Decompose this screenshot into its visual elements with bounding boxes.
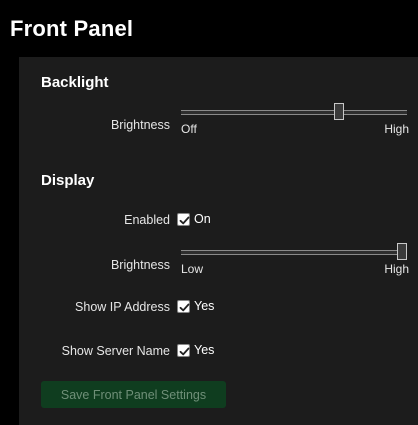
front-panel-page: Front Panel Backlight Brightness Off Hig… <box>0 0 418 425</box>
checkmark-icon <box>179 216 190 224</box>
display-enabled-checkbox-row[interactable]: On <box>177 212 211 226</box>
show-ip-checkbox[interactable] <box>177 299 190 313</box>
slider-track <box>181 110 407 115</box>
display-brightness-label: Brightness <box>110 258 170 272</box>
backlight-brightness-label: Brightness <box>110 118 170 132</box>
backlight-section-title: Backlight <box>41 74 109 91</box>
show-ip-label: Show IP Address <box>75 300 170 314</box>
slider-max-label: High <box>384 122 409 136</box>
display-brightness-slider[interactable]: Low High <box>181 243 409 276</box>
slider-min-label: Low <box>181 262 204 276</box>
show-ip-value: Yes <box>194 299 215 313</box>
display-enabled-label: Enabled <box>124 213 170 227</box>
show-server-name-checkbox[interactable] <box>177 343 190 357</box>
show-server-name-label: Show Server Name <box>61 344 170 358</box>
save-front-panel-settings-button[interactable]: Save Front Panel Settings <box>41 381 226 408</box>
display-enabled-checkbox[interactable] <box>177 212 190 226</box>
display-enabled-value: On <box>194 212 211 226</box>
checkmark-icon <box>179 347 190 355</box>
page-title: Front Panel <box>10 16 134 41</box>
show-ip-checkbox-row[interactable]: Yes <box>177 299 214 313</box>
checkmark-icon <box>179 303 190 311</box>
slider-thumb[interactable] <box>334 103 345 120</box>
slider-max-label: High <box>384 262 409 276</box>
display-section-title: Display <box>41 172 95 189</box>
show-server-name-value: Yes <box>194 343 215 357</box>
slider-min-label: Off <box>181 122 197 136</box>
settings-panel: Backlight Brightness Off High Display En… <box>19 57 418 425</box>
show-server-name-checkbox-row[interactable]: Yes <box>177 343 214 357</box>
slider-track <box>181 250 407 255</box>
backlight-brightness-slider[interactable]: Off High <box>181 103 409 136</box>
slider-thumb[interactable] <box>397 243 407 260</box>
